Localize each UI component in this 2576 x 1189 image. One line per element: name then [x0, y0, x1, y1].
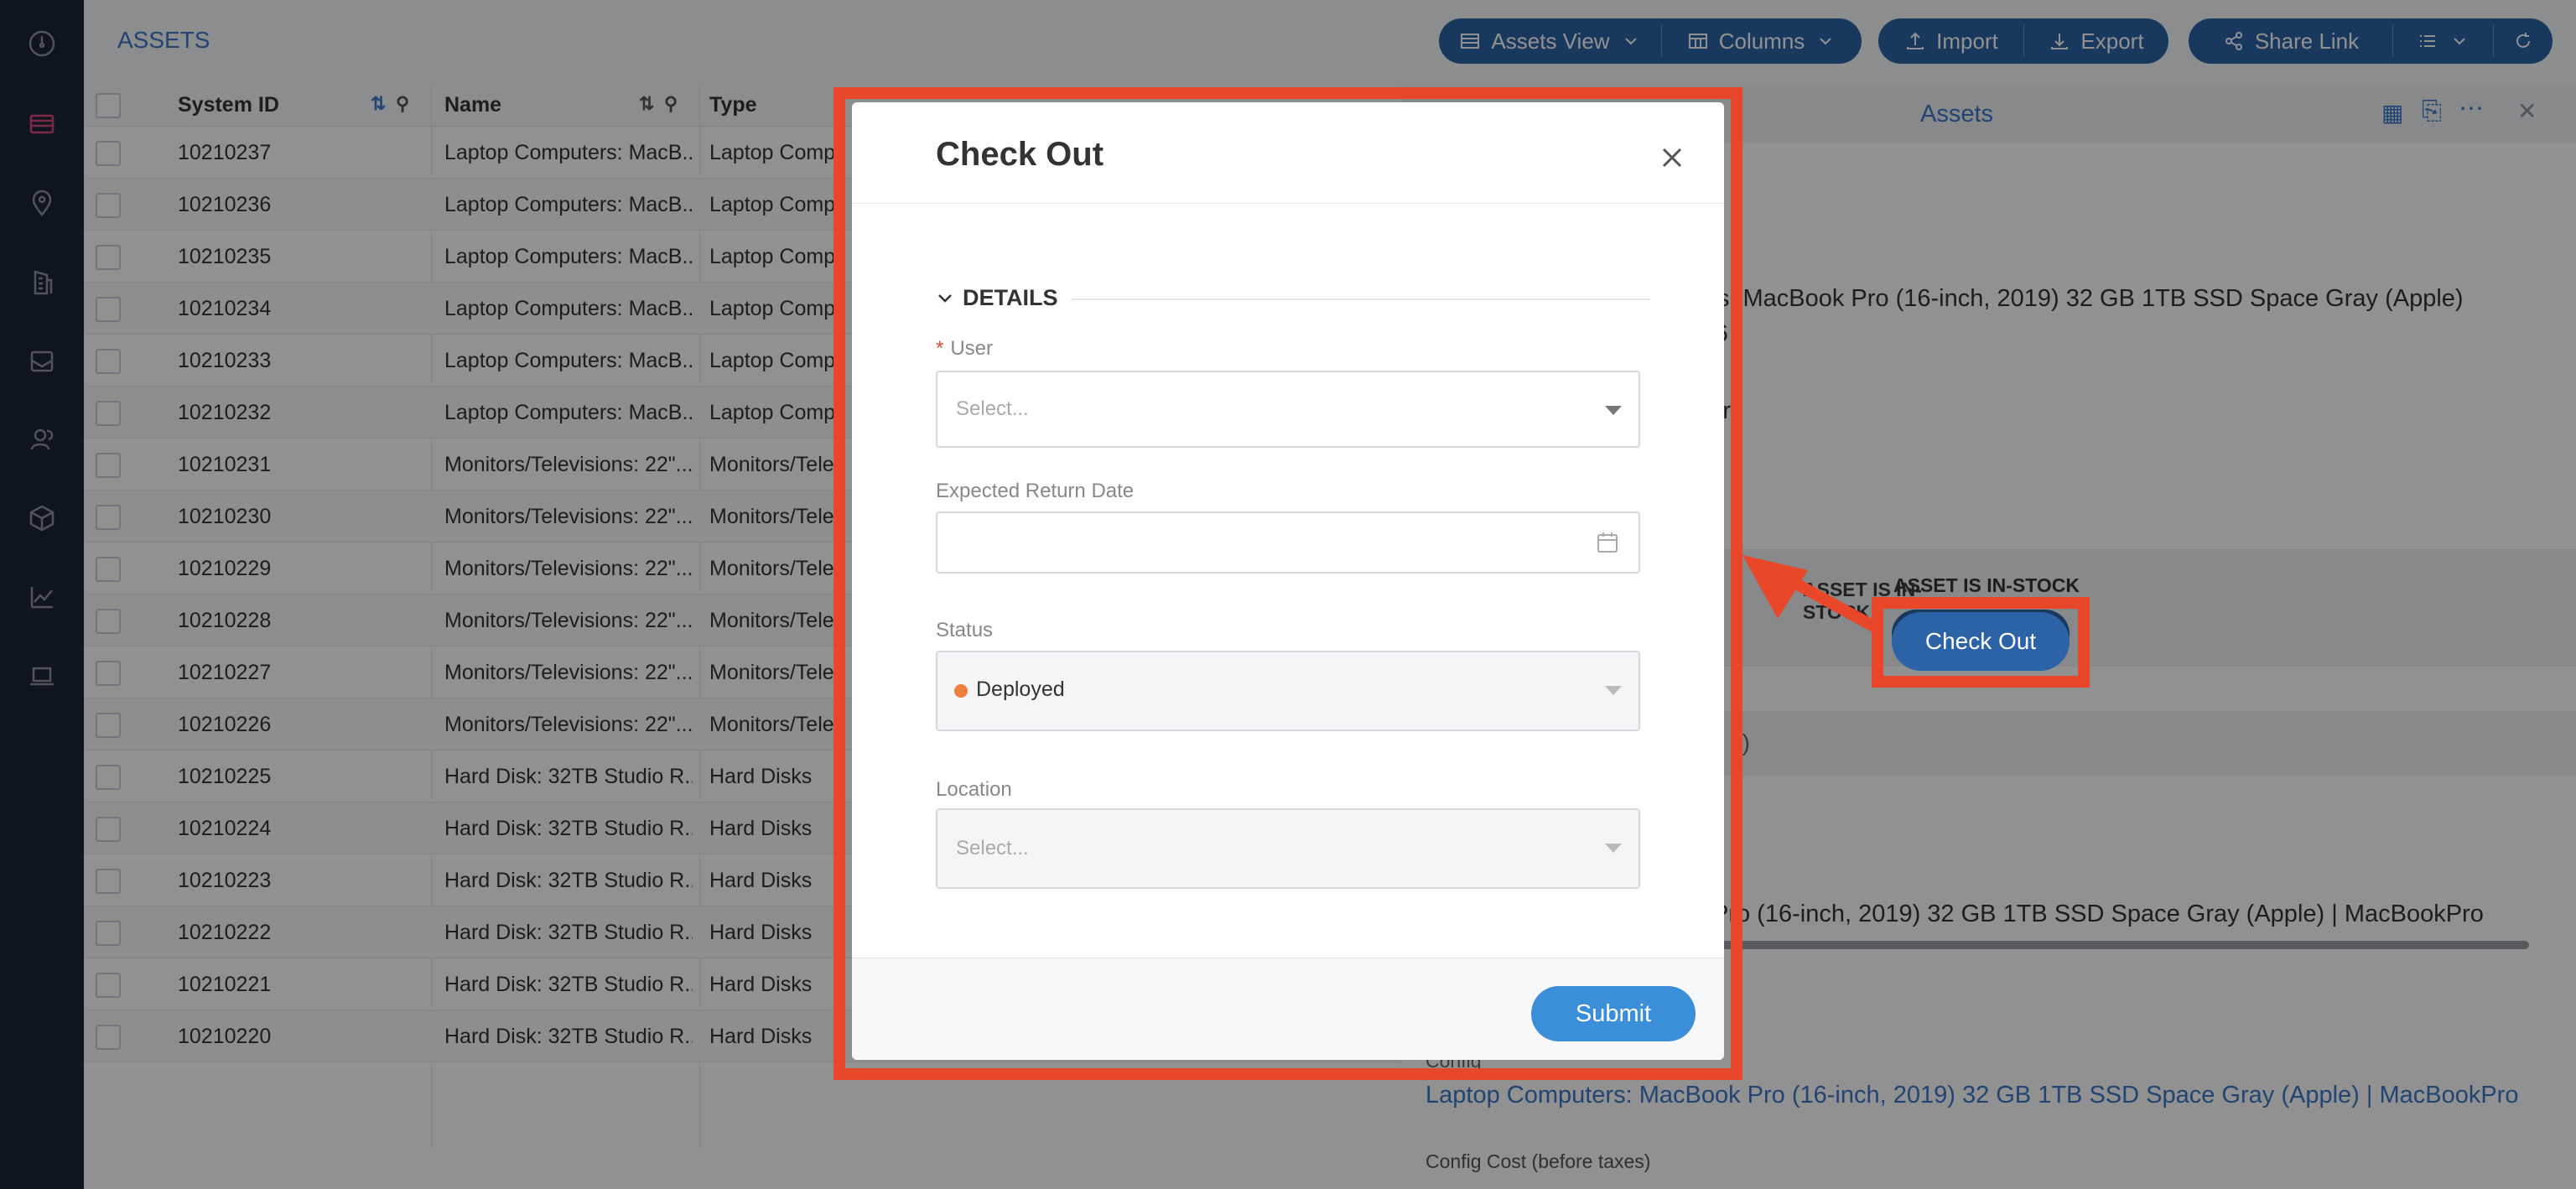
chevron-down-icon: [938, 293, 952, 303]
location-select[interactable]: Select...: [936, 808, 1640, 889]
modal-title: Check Out: [936, 136, 1104, 173]
annotation-arrow-icon: [1742, 555, 1882, 635]
submit-button[interactable]: Submit: [1531, 986, 1696, 1041]
status-select[interactable]: Deployed: [936, 651, 1640, 731]
location-label: Location: [936, 778, 1012, 801]
user-select[interactable]: Select...: [936, 371, 1640, 448]
status-dot: [954, 684, 968, 698]
expected-return-date-label: Expected Return Date: [936, 480, 1135, 502]
location-placeholder: Select...: [956, 837, 1029, 859]
user-label: * User: [936, 337, 994, 360]
user-placeholder: Select...: [956, 397, 1029, 420]
status-label: Status: [936, 619, 994, 641]
details-section-label: DETAILS: [963, 285, 1058, 310]
expected-return-date-input[interactable]: [936, 511, 1640, 574]
dropdown-caret-icon: [1605, 686, 1622, 695]
check-out-modal: Check Out DETAILS * User Select... Expect…: [852, 102, 1724, 1060]
dropdown-caret-icon: [1605, 406, 1622, 415]
dropdown-caret-icon: [1605, 844, 1622, 853]
calendar-icon[interactable]: [1595, 530, 1620, 555]
close-icon[interactable]: [1657, 143, 1687, 173]
status-value: Deployed: [976, 678, 1065, 701]
details-section-toggle[interactable]: DETAILS: [936, 285, 1058, 311]
